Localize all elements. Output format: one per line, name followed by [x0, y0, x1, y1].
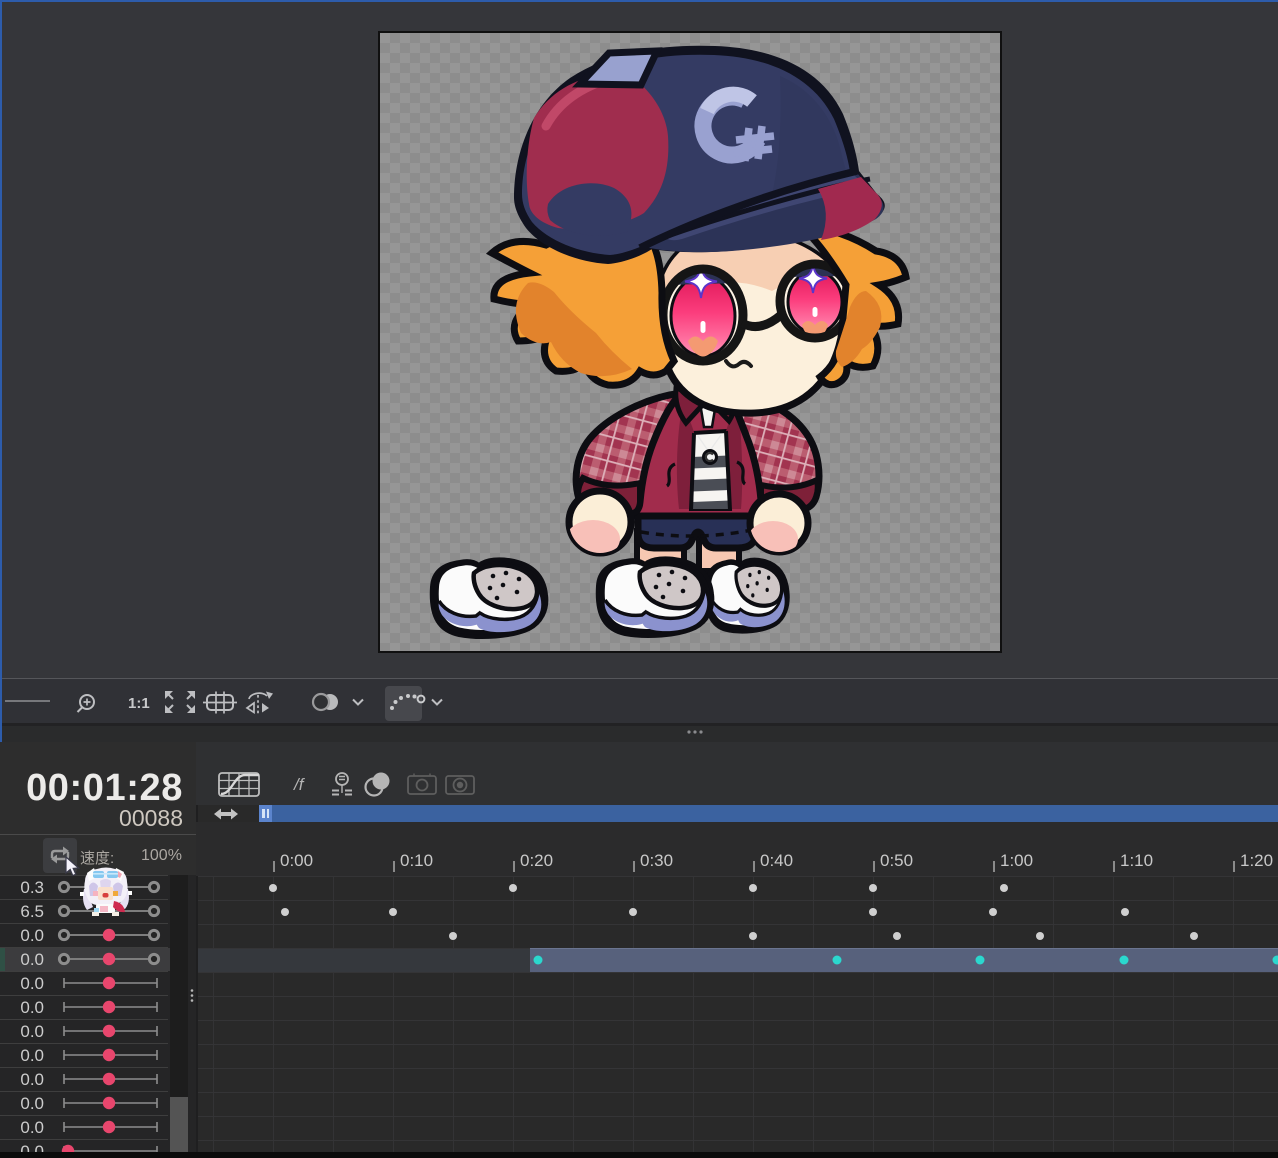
svg-text:/f: /f [293, 775, 306, 794]
svg-text:1:1: 1:1 [128, 695, 150, 712]
